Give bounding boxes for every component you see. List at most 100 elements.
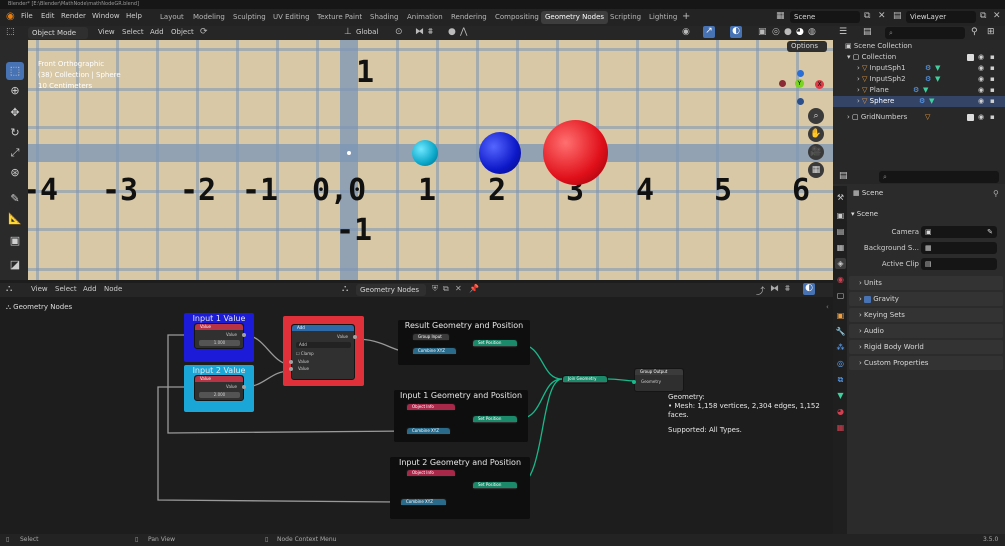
data-tab-icon[interactable]: ▼ (835, 390, 846, 401)
menu-render[interactable]: Render (61, 12, 86, 20)
object-tab-icon[interactable]: ▣ (835, 310, 846, 321)
node-join-geometry[interactable]: Join Geometry (562, 375, 608, 384)
gizmo-z-icon[interactable] (797, 70, 804, 77)
gizmo-x-icon[interactable]: X (815, 80, 824, 89)
camera-field[interactable]: ▣ ✎ (921, 226, 997, 238)
camera-render-icon[interactable]: ▪ (990, 63, 995, 74)
tab-lighting[interactable]: Lighting (645, 11, 681, 24)
node-overlay-icon[interactable]: ◐ (803, 283, 815, 295)
3d-viewport[interactable]: Front Orthographic (38) Collection | Sph… (28, 40, 833, 280)
tab-animation[interactable]: Animation (403, 11, 447, 24)
modifier-tab-icon[interactable]: 🔧 (835, 326, 846, 337)
visibility-icon[interactable]: ◉ (682, 27, 690, 37)
output-socket[interactable] (242, 333, 246, 337)
node-combine-xyz-1[interactable]: Combine XYZ (406, 427, 451, 435)
input-socket[interactable] (289, 360, 293, 364)
node-tree-selector[interactable]: Geometry Nodes (356, 284, 426, 296)
object-menu-extra-icon[interactable]: ⟳ (200, 27, 208, 37)
node-group-input[interactable]: Group Input (412, 333, 450, 341)
pivot-icon[interactable]: ⊙ (395, 27, 403, 37)
eye-icon[interactable]: ◉ (978, 52, 984, 63)
pan-hand-icon[interactable]: ✋ (808, 126, 824, 142)
snap-mode-icon[interactable]: ⩩ (785, 284, 790, 294)
checkbox-icon[interactable] (967, 114, 974, 121)
physics-tab-icon[interactable]: ◎ (835, 358, 846, 369)
node-editor[interactable]: ⛬ Geometry Nodes ‹ Input 1 Value Value V… (0, 297, 833, 534)
output-socket[interactable] (242, 385, 246, 389)
outliner-type-icon[interactable]: ☰ (839, 27, 847, 37)
node-set-position-2[interactable]: Set Position (472, 481, 518, 490)
tab-geometry-nodes[interactable]: Geometry Nodes (541, 11, 609, 24)
unlink-tree-icon[interactable]: ✕ (455, 284, 462, 293)
pin-icon[interactable]: ⚲ (993, 189, 999, 198)
outliner-search[interactable]: ⌕ (885, 27, 965, 39)
mode-selector[interactable]: Object Mode (28, 27, 88, 39)
tab-uv-editing[interactable]: UV Editing (269, 11, 314, 24)
vp-menu-object[interactable]: Object (171, 28, 194, 36)
camera-view-icon[interactable]: 🎥 (808, 144, 824, 160)
select-box-tool-icon[interactable]: ⬚ (6, 62, 24, 80)
node-set-position-1[interactable]: Set Position (472, 415, 518, 424)
shading-solid-icon[interactable]: ● (784, 27, 792, 37)
result-sphere[interactable] (543, 120, 608, 185)
properties-search[interactable]: ⌕ (879, 171, 999, 183)
tab-modeling[interactable]: Modeling (189, 11, 229, 24)
tab-texture-paint[interactable]: Texture Paint (313, 11, 366, 24)
world-tab-icon[interactable]: ◉ (835, 274, 846, 285)
node-tree-icon[interactable]: ⛬ (342, 284, 348, 294)
outliner-row[interactable]: ▣ Scene Collection (833, 41, 1005, 52)
render-tab-icon[interactable]: ▣ (835, 210, 846, 221)
vp-menu-add[interactable]: Add (150, 28, 164, 36)
tab-shading[interactable]: Shading (366, 11, 402, 24)
tab-layout[interactable]: Layout (156, 11, 188, 24)
tab-compositing[interactable]: Compositing (491, 11, 543, 24)
panel-gravity[interactable]: › Gravity (849, 292, 1003, 306)
eye-icon[interactable]: ◉ (978, 63, 984, 74)
new-collection-icon[interactable]: ⊞ (987, 27, 995, 37)
options-dropdown[interactable]: Options (787, 41, 827, 52)
delete-scene-icon[interactable]: ✕ (878, 11, 886, 21)
shading-material-icon[interactable]: ◕ (796, 27, 804, 37)
scene-icon[interactable]: ▦ (776, 11, 785, 21)
outliner-row[interactable]: › ▢ GridNumbers ▽ ◉ ▪ (833, 112, 1005, 123)
output-tab-icon[interactable]: ▤ (835, 226, 846, 237)
clamp-checkbox[interactable]: ☐ Clamp (296, 351, 314, 356)
snap-node-icon[interactable]: ⧓ (770, 284, 779, 294)
tab-rendering[interactable]: Rendering (447, 11, 491, 24)
ortho-grid-icon[interactable]: ▦ (808, 162, 824, 178)
new-view-layer-icon[interactable]: ⧉ (980, 11, 986, 21)
node-combine-xyz[interactable]: Combine XYZ (412, 347, 457, 355)
outliner-row[interactable]: › ▽ Plane ⚙ ▼ ◉ ▪ (833, 85, 1005, 96)
input-socket[interactable] (632, 380, 636, 384)
node-editor-type-icon[interactable]: ⛬ (6, 284, 12, 294)
outliner-row[interactable]: ▾ ▢ Collection ◉ ▪ (833, 52, 1005, 63)
shading-rendered-icon[interactable]: ◍ (808, 27, 816, 37)
node-math-add[interactable]: Add Value Add ☐ Clamp Value Value (289, 324, 357, 380)
gizmo-y-icon[interactable]: Y (795, 79, 804, 88)
parent-node-tree-icon[interactable]: ⤴ (756, 284, 765, 297)
menu-window[interactable]: Window (92, 12, 120, 20)
view-layer-selector[interactable]: ViewLayer (906, 11, 976, 23)
gravity-checkbox[interactable] (864, 295, 872, 303)
tab-scripting[interactable]: Scripting (606, 11, 645, 24)
display-mode-icon[interactable]: ▤ (863, 27, 872, 37)
transform-tool-icon[interactable]: ⊛ (6, 164, 24, 182)
node-object-info-2[interactable]: Object Info (406, 469, 456, 477)
eye-icon[interactable]: ◉ (978, 74, 984, 85)
duplicate-tree-icon[interactable]: ⧉ (443, 284, 449, 294)
measure-tool-icon[interactable]: 📐 (6, 210, 24, 228)
transform-orientation-icon[interactable]: ⊥ (344, 27, 352, 37)
node-object-info-1[interactable]: Object Info (406, 403, 456, 411)
tool-tab-icon[interactable]: ⚒ (835, 192, 846, 203)
frame-tool-icon[interactable]: ◪ (6, 256, 24, 274)
filter-icon[interactable]: ⚲ (971, 27, 978, 37)
eye-icon[interactable]: ◉ (978, 85, 984, 96)
node-group-output[interactable]: Group Output Geometry (632, 368, 684, 392)
input-sphere-2[interactable] (479, 132, 521, 174)
menu-help[interactable]: Help (126, 12, 142, 20)
panel-keying-sets[interactable]: › Keying Sets (849, 308, 1003, 322)
ne-menu-node[interactable]: Node (104, 285, 122, 293)
eyedropper-icon[interactable]: ✎ (987, 226, 993, 238)
input-sphere-1[interactable] (412, 140, 438, 166)
falloff-icon[interactable]: ⋀ (460, 27, 467, 37)
